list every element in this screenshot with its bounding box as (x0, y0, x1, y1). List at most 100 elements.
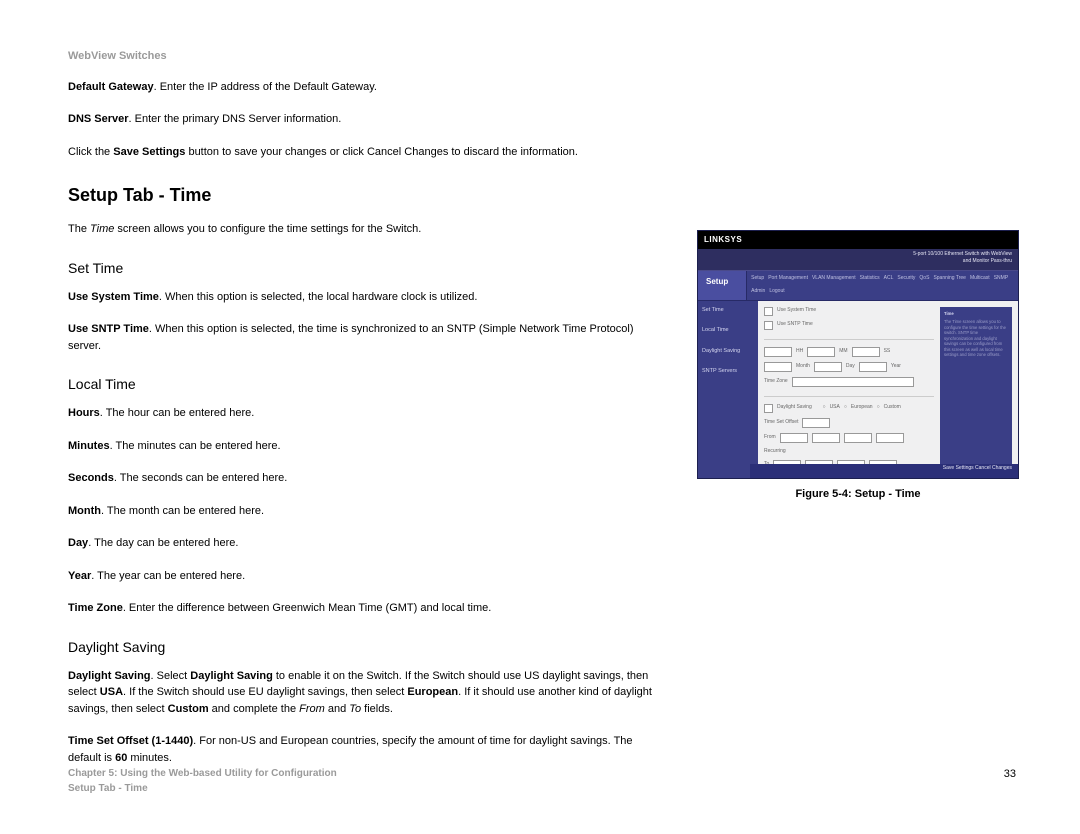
page: WebView Switches Default Gateway. Enter … (0, 0, 1080, 834)
nav-item: Security (897, 275, 915, 283)
offset-text2: minutes. (127, 752, 172, 764)
heading-setup-tab-time: Setup Tab - Time (68, 182, 668, 209)
row-date: MonthDayYear (764, 362, 934, 372)
main-text-column: Default Gateway. Enter the IP address of… (68, 79, 668, 783)
ds-and: and (325, 703, 349, 715)
use-sntp-time-text: . When this option is selected, the time… (68, 323, 634, 352)
time-intro-para: The Time screen allows you to configure … (68, 221, 668, 238)
year-label: Year (68, 570, 91, 582)
day-label: Day (68, 537, 88, 549)
ds-from: From (299, 703, 325, 715)
footer-section: Setup Tab - Time (68, 781, 337, 796)
figure-subhead: 5-port 10/100 Ethernet Switch with WebVi… (698, 249, 1018, 271)
figure-body: Set Time Local Time Daylight Saving SNTP… (698, 301, 1018, 478)
page-footer: Chapter 5: Using the Web-based Utility f… (68, 766, 1016, 796)
time-zone-para: Time Zone. Enter the difference between … (68, 600, 668, 617)
nav-item: Admin (751, 288, 765, 296)
figure-main: Use System Time Use SNTP Time HHMMSS Mon… (758, 301, 1018, 478)
ds-pre: . Select (151, 670, 191, 682)
heading-daylight-saving: Daylight Saving (68, 637, 668, 658)
figure-column: LINKSYS 5-port 10/100 Ethernet Switch wi… (698, 79, 1018, 503)
seconds-para: Seconds. The seconds can be entered here… (68, 470, 668, 487)
page-number: 33 (1004, 766, 1016, 783)
figure-nav-setup: Setup (698, 271, 747, 300)
footer-chapter: Chapter 5: Using the Web-based Utility f… (68, 766, 337, 781)
figure-nav: Setup Setup Port Management VLAN Managem… (698, 271, 1018, 301)
save-post: button to save your changes or click Can… (185, 146, 578, 158)
save-settings-para: Click the Save Settings button to save y… (68, 144, 668, 161)
row-use-sntp: Use SNTP Time (764, 321, 934, 330)
seconds-label: Seconds (68, 472, 114, 484)
ds-custom: Custom (168, 703, 209, 715)
offset-label: Time Set Offset (1-1440) (68, 735, 193, 747)
default-gateway-label: Default Gateway (68, 81, 154, 93)
running-head: WebView Switches (68, 48, 1016, 65)
ds-eu: European (407, 686, 458, 698)
ds-mid4: and complete the (209, 703, 300, 715)
use-system-time-label: Use System Time (68, 291, 159, 303)
use-sntp-time-label: Use SNTP Time (68, 323, 149, 335)
side-item: Daylight Saving (702, 348, 754, 355)
time-intro-italic: Time (90, 223, 114, 235)
side-item: SNTP Servers (702, 368, 754, 375)
figure-image: LINKSYS 5-port 10/100 Ethernet Switch wi… (698, 231, 1018, 478)
month-label: Month (68, 505, 101, 517)
use-system-time-para: Use System Time. When this option is sel… (68, 289, 668, 306)
month-para: Month. The month can be entered here. (68, 503, 668, 520)
time-intro-pre: The (68, 223, 90, 235)
minutes-label: Minutes (68, 440, 110, 452)
figure-subhead-2: and Monitor Pass-thru (704, 258, 1012, 266)
year-text: . The year can be entered here. (91, 570, 245, 582)
save-bold: Save Settings (113, 146, 185, 158)
row-use-system: Use System Time (764, 307, 934, 316)
row-from: From (764, 433, 934, 443)
minutes-para: Minutes. The minutes can be entered here… (68, 438, 668, 455)
ds-bold2: Daylight Saving (190, 670, 273, 682)
figure-bottom-bar: Save Settings Cancel Changes (750, 464, 1018, 478)
dns-server-text: . Enter the primary DNS Server informati… (129, 113, 342, 125)
daylight-saving-para: Daylight Saving. Select Daylight Saving … (68, 668, 668, 718)
nav-item: Logout (769, 288, 784, 296)
nav-item: SNMP (994, 275, 1008, 283)
hours-para: Hours. The hour can be entered here. (68, 405, 668, 422)
row-time: HHMMSS (764, 347, 934, 357)
row-tz: Time Zone (764, 377, 934, 387)
nav-item: QoS (919, 275, 929, 283)
heading-set-time: Set Time (68, 258, 668, 279)
time-zone-label: Time Zone (68, 602, 123, 614)
nav-item: Setup (751, 275, 764, 283)
figure-caption: Figure 5-4: Setup - Time (698, 486, 1018, 503)
figure-5-4: LINKSYS 5-port 10/100 Ethernet Switch wi… (698, 231, 1018, 503)
row-rec: Recurring (764, 448, 934, 456)
side-item: Local Time (702, 327, 754, 334)
figure-subhead-1: 5-port 10/100 Ethernet Switch with WebVi… (704, 251, 1012, 259)
time-zone-text: . Enter the difference between Greenwich… (123, 602, 491, 614)
month-text: . The month can be entered here. (101, 505, 264, 517)
figure-brand: LINKSYS (698, 231, 1018, 249)
time-intro-post: screen allows you to configure the time … (114, 223, 421, 235)
day-para: Day. The day can be entered here. (68, 535, 668, 552)
footer-left: Chapter 5: Using the Web-based Utility f… (68, 766, 337, 796)
ds-label: Daylight Saving (68, 670, 151, 682)
ds-to: To (349, 703, 361, 715)
ds-mid2: . If the Switch should use EU daylight s… (123, 686, 407, 698)
dns-server-label: DNS Server (68, 113, 129, 125)
minutes-text: . The minutes can be entered here. (110, 440, 281, 452)
year-para: Year. The year can be entered here. (68, 568, 668, 585)
side-item: Set Time (702, 307, 754, 314)
seconds-text: . The seconds can be entered here. (114, 472, 287, 484)
ds-usa: USA (100, 686, 123, 698)
nav-item: Spanning Tree (933, 275, 966, 283)
nav-item: ACL (884, 275, 894, 283)
row-ds: Daylight Saving ○USA○European○Custom (764, 404, 934, 413)
hours-label: Hours (68, 407, 100, 419)
default-gateway-para: Default Gateway. Enter the IP address of… (68, 79, 668, 96)
ds-post: fields. (361, 703, 393, 715)
figure-nav-items: Setup Port Management VLAN Management St… (747, 271, 1018, 300)
default-gateway-text: . Enter the IP address of the Default Ga… (154, 81, 377, 93)
day-text: . The day can be entered here. (88, 537, 238, 549)
figure-form: Use System Time Use SNTP Time HHMMSS Mon… (764, 307, 934, 478)
dns-server-para: DNS Server. Enter the primary DNS Server… (68, 111, 668, 128)
content-wrap: Default Gateway. Enter the IP address of… (68, 79, 1016, 783)
figure-sidebar: Set Time Local Time Daylight Saving SNTP… (698, 301, 758, 478)
